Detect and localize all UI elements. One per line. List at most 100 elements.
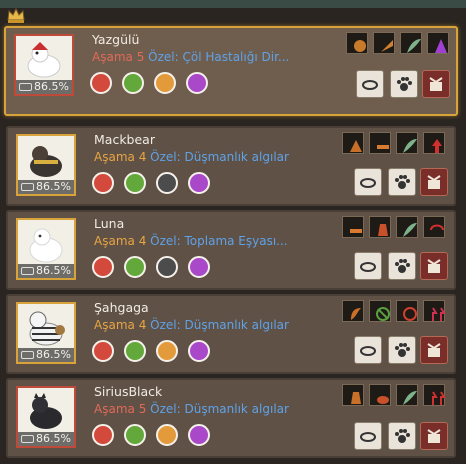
pet-name: Yazgülü xyxy=(92,32,140,47)
skill-slot-icon[interactable] xyxy=(342,384,364,406)
pet-percent: 86.5% xyxy=(18,180,74,194)
hand-icon[interactable] xyxy=(124,256,146,278)
paw-icon xyxy=(397,77,412,91)
special-label: Özel: xyxy=(150,150,181,164)
compass-icon[interactable] xyxy=(156,172,178,194)
skill-slot-icon[interactable] xyxy=(396,384,418,406)
hand-icon[interactable] xyxy=(124,172,146,194)
gift-box-button[interactable] xyxy=(420,252,448,280)
pet-button[interactable] xyxy=(390,70,418,98)
pet-image xyxy=(29,311,65,346)
running-icon[interactable] xyxy=(92,172,114,194)
pet-percent: 86.5% xyxy=(18,348,74,362)
stage-level: 5 xyxy=(136,50,145,64)
pet-portrait[interactable]: 86.5% xyxy=(16,218,76,280)
feed-button[interactable] xyxy=(354,336,382,364)
gift-box-icon xyxy=(427,343,441,357)
food-bowl-icon xyxy=(360,262,376,272)
gift-box-button[interactable] xyxy=(420,168,448,196)
special-label: Özel: xyxy=(148,50,179,64)
feed-button[interactable] xyxy=(354,252,382,280)
food-bowl-icon xyxy=(360,432,376,442)
skill-slot-icon[interactable] xyxy=(400,32,422,54)
pet-name: Luna xyxy=(94,216,125,231)
skill-slot-icon[interactable] xyxy=(342,216,364,238)
pet-stage-line: Aşama 4 Özel: Toplama Eşyası... xyxy=(94,234,288,248)
figure-icon[interactable] xyxy=(186,72,208,94)
pet-portrait[interactable]: 86.5% xyxy=(16,302,76,364)
skill-slot-icon[interactable] xyxy=(346,32,368,54)
gift-box-button[interactable] xyxy=(420,422,448,450)
skill-slot-icon[interactable] xyxy=(369,132,391,154)
skill-slot-icon[interactable] xyxy=(427,32,449,54)
gift-box-icon xyxy=(427,429,441,443)
special-text: Çöl Hastalığı Dir... xyxy=(182,50,290,64)
skill-slot-icon[interactable] xyxy=(396,132,418,154)
skill-slot-icon[interactable] xyxy=(396,216,418,238)
skill-slot-icon[interactable] xyxy=(423,300,446,322)
running-icon[interactable] xyxy=(92,424,114,446)
pet-portrait[interactable]: 86.5% xyxy=(16,134,76,196)
pet-card[interactable]: 86.5% Şahgaga Aşama 4 Özel: Düşmanlık al… xyxy=(6,294,456,374)
pet-name: Mackbear xyxy=(94,132,155,147)
top-strip xyxy=(0,0,466,8)
hand-icon[interactable] xyxy=(124,424,146,446)
pet-portrait[interactable]: 86.5% xyxy=(14,34,74,96)
lock-icon xyxy=(19,83,32,91)
pet-button[interactable] xyxy=(388,252,416,280)
pet-button[interactable] xyxy=(388,422,416,450)
paw-icon xyxy=(395,175,410,189)
gift-box-button[interactable] xyxy=(420,336,448,364)
pet-card[interactable]: 86.5% Yazgülü Aşama 5 Özel: Çöl Hastalığ… xyxy=(4,26,458,116)
pet-card[interactable]: 86.5% Luna Aşama 4 Özel: Toplama Eşyası.… xyxy=(6,210,456,290)
paw-icon xyxy=(395,429,410,443)
skill-slot-icon[interactable] xyxy=(369,384,391,406)
compass-icon[interactable] xyxy=(156,256,178,278)
pet-button[interactable] xyxy=(388,336,416,364)
pet-image xyxy=(27,42,61,78)
running-icon[interactable] xyxy=(92,256,114,278)
skill-slot-icon[interactable] xyxy=(423,132,445,154)
pet-stage-line: Aşama 5 Özel: Düşmanlık algılar xyxy=(94,402,289,416)
compass-icon[interactable] xyxy=(156,340,178,362)
skill-slot-icon[interactable] xyxy=(342,300,364,322)
hand-icon[interactable] xyxy=(124,340,146,362)
lock-icon xyxy=(21,435,34,443)
compass-icon[interactable] xyxy=(154,72,176,94)
skill-slot-icon[interactable] xyxy=(396,300,418,322)
skill-slot-icon[interactable] xyxy=(423,384,446,406)
feed-button[interactable] xyxy=(354,168,382,196)
figure-icon[interactable] xyxy=(188,340,210,362)
figure-icon[interactable] xyxy=(188,424,210,446)
pet-stage-line: Aşama 4 Özel: Düşmanlık algılar xyxy=(94,150,289,164)
running-icon[interactable] xyxy=(92,340,114,362)
pet-name: SiriusBlack xyxy=(94,384,163,399)
skill-slot-icon[interactable] xyxy=(369,216,391,238)
skill-slot-icon[interactable] xyxy=(342,132,364,154)
compass-icon[interactable] xyxy=(156,424,178,446)
skill-slot-icon[interactable] xyxy=(369,300,391,322)
feed-button[interactable] xyxy=(356,70,384,98)
special-text: Toplama Eşyası... xyxy=(184,234,288,248)
stage-label: Aşama xyxy=(92,50,133,64)
pet-image xyxy=(30,393,62,429)
pet-card[interactable]: 86.5% Mackbear Aşama 4 Özel: Düşmanlık a… xyxy=(6,126,456,206)
special-label: Özel: xyxy=(150,318,181,332)
special-label: Özel: xyxy=(150,234,181,248)
pet-stage-line: Aşama 5 Özel: Çöl Hastalığı Dir... xyxy=(92,50,289,64)
hand-icon[interactable] xyxy=(122,72,144,94)
feed-button[interactable] xyxy=(354,422,382,450)
figure-icon[interactable] xyxy=(188,256,210,278)
pet-image xyxy=(30,146,62,177)
pet-button[interactable] xyxy=(388,168,416,196)
running-icon[interactable] xyxy=(90,72,112,94)
gift-box-button[interactable] xyxy=(422,70,450,98)
lock-icon xyxy=(21,267,34,275)
crown-icon xyxy=(7,7,25,23)
pet-portrait[interactable]: 86.5% xyxy=(16,386,76,448)
figure-icon[interactable] xyxy=(188,172,210,194)
skill-slot-icon[interactable] xyxy=(373,32,395,54)
pet-card[interactable]: 86.5% SiriusBlack Aşama 5 Özel: Düşmanlı… xyxy=(6,378,456,458)
stage-level: 4 xyxy=(138,150,147,164)
skill-slot-icon[interactable] xyxy=(423,216,445,238)
